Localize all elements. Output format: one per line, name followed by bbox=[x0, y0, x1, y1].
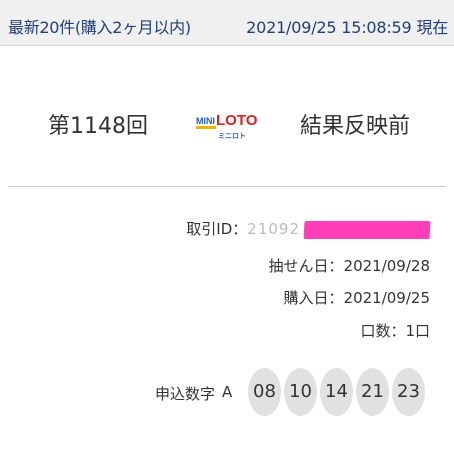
redaction-mask bbox=[303, 220, 431, 239]
draw-date-row: 抽せん日：2021/09/28 bbox=[269, 255, 430, 276]
logo-underline bbox=[196, 126, 216, 129]
entry-numbers-label: 申込数字 bbox=[155, 385, 216, 403]
logo-loto-text: LOTO bbox=[216, 112, 258, 129]
number-ball: 08 bbox=[248, 368, 281, 416]
logo-kana-text: ミニロト bbox=[218, 132, 246, 140]
quantity-row: 口数：1口 bbox=[360, 320, 430, 341]
transaction-id-label: 取引ID： bbox=[186, 220, 248, 238]
transaction-id-row: 取引ID：21092 bbox=[186, 218, 431, 239]
transaction-id-partial: 21092 bbox=[247, 220, 300, 238]
current-timestamp: 2021/09/25 15:08:59 現在 bbox=[246, 18, 448, 37]
purchase-date-value: 2021/09/25 bbox=[343, 289, 430, 307]
number-ball: 23 bbox=[392, 368, 425, 416]
recent-list-label: 最新20件(購入2ヶ月以内) bbox=[8, 18, 191, 37]
round-number: 第1148回 bbox=[48, 114, 148, 139]
quantity-label: 口数： bbox=[360, 322, 406, 340]
number-ball: 14 bbox=[320, 368, 353, 416]
number-ball: 10 bbox=[284, 368, 317, 416]
divider bbox=[8, 186, 446, 187]
draw-date-value: 2021/09/28 bbox=[343, 257, 430, 275]
logo-mini-text: MINI bbox=[196, 116, 215, 126]
round-row: 第1148回 MINI LOTO ミニロト 結果反映前 bbox=[0, 88, 454, 158]
number-ball: 21 bbox=[356, 368, 389, 416]
draw-date-label: 抽せん日： bbox=[268, 257, 344, 275]
purchase-date-label: 購入日： bbox=[283, 289, 344, 307]
purchase-date-row: 購入日：2021/09/25 bbox=[284, 287, 430, 308]
entry-numbers-row: 申込数字 A 08 10 14 21 23 bbox=[0, 368, 454, 420]
entry-set-label: A bbox=[222, 383, 233, 401]
miniloto-logo: MINI LOTO ミニロト bbox=[196, 112, 258, 140]
result-status: 結果反映前 bbox=[300, 114, 411, 139]
quantity-value: 1口 bbox=[405, 322, 430, 340]
header-bar: 最新20件(購入2ヶ月以内) 2021/09/25 15:08:59 現在 bbox=[0, 0, 454, 46]
